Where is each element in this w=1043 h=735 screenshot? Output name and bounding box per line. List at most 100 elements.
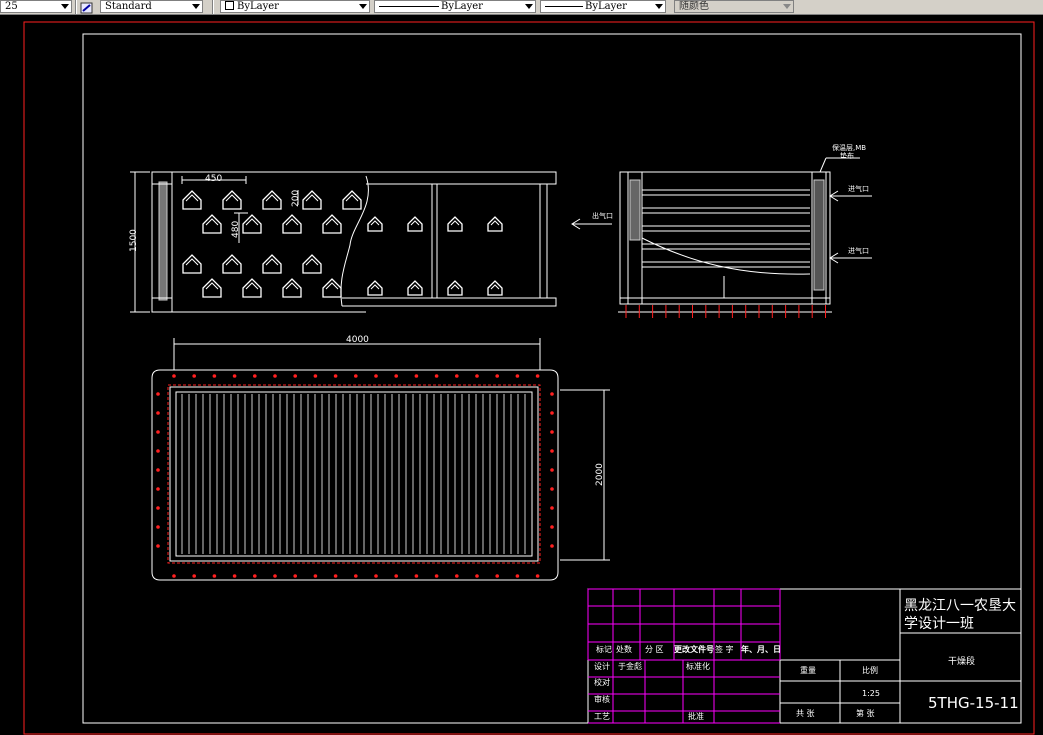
duct-outlet (447, 280, 463, 296)
bolt-hole (394, 374, 399, 378)
school-name-line1: 黑龙江八一农垦大 (904, 598, 1016, 614)
bolt-hole (156, 544, 160, 548)
ratio-value: 1:25 (862, 689, 880, 698)
side-view (571, 157, 872, 313)
inlet-label-top: 进气口 (848, 184, 869, 193)
bolt-hole (172, 574, 176, 578)
bolt-hole (434, 374, 439, 378)
part-name: 干燥段 (948, 655, 975, 667)
bolt-hole (172, 374, 176, 378)
bolt-hole (156, 487, 160, 491)
duct-outlet (487, 280, 503, 296)
bolt-hole (333, 574, 338, 578)
sheet-no-label: 第 张 (856, 708, 875, 718)
duct-outlet (242, 214, 262, 234)
duct-outlet (202, 214, 222, 234)
bolt-hole (156, 411, 160, 415)
inlet-label-bottom: 进气口 (848, 246, 869, 255)
duct-outlet (182, 254, 202, 274)
duct-outlet (447, 216, 463, 232)
bolt-hole (394, 574, 399, 578)
bolt-hole (156, 392, 160, 396)
drawing-number: 5THG-15-11 (928, 694, 1019, 712)
plan-view (151, 338, 610, 581)
bolt-hole (550, 487, 554, 491)
bolt-hole (550, 506, 554, 510)
dim-2000-label: 2000 (595, 463, 605, 486)
weight-label: 重量 (800, 665, 816, 675)
bolt-hole (414, 374, 419, 378)
duct-outlet (322, 278, 342, 298)
bolt-hole (455, 574, 459, 578)
duct-outlet (407, 216, 423, 232)
rev-header-0: 标记 (596, 644, 612, 654)
bolt-hole (156, 449, 160, 453)
insulation-hatch (158, 181, 168, 301)
duct-outlet (367, 216, 383, 232)
bolt-hole (333, 374, 338, 378)
dim-4000-label: 4000 (346, 335, 369, 345)
duct-outlet (282, 214, 302, 234)
duct-outlet (487, 216, 503, 232)
bolt-hole (232, 574, 237, 578)
rev-header-2: 分 区 (645, 645, 664, 654)
duct-outlet (222, 190, 242, 210)
dim-480-label: 480 (231, 221, 241, 238)
insulation-label: 保温层,MB (832, 143, 866, 152)
bolt-hole (354, 374, 358, 378)
break-line (340, 175, 369, 307)
drawing-frame (82, 33, 1022, 724)
outlet-label: 出气口 (592, 211, 613, 220)
bolt-hole (192, 374, 196, 378)
duct-outlet (342, 190, 362, 210)
bolt-hole (550, 392, 554, 396)
revision-grid (587, 588, 781, 724)
dim-450-label: 450 (205, 174, 222, 184)
bolt-hole (156, 506, 160, 510)
bolt-hole (293, 374, 298, 378)
bolt-hole (156, 468, 160, 472)
bolt-hole (253, 374, 257, 378)
designer-name: 于金彪 (618, 661, 642, 671)
designer-label: 设计 (594, 661, 610, 671)
bolt-hole (273, 374, 277, 378)
standard-label: 标准化 (686, 661, 710, 671)
bolt-hole (156, 525, 160, 529)
bolt-hole (550, 468, 554, 472)
bolt-hole (550, 525, 554, 529)
bolt-hole (495, 374, 500, 378)
bolt-hole (232, 374, 237, 378)
dim-1500-label: 1500 (129, 229, 139, 252)
bolt-hole (273, 574, 277, 578)
duct-outlet (407, 280, 423, 296)
bolt-hole (550, 544, 554, 548)
bolt-hole (293, 574, 298, 578)
rev-header-5: 年、月、日 (741, 644, 781, 654)
rev-header-1: 处数 (616, 644, 632, 654)
duct-outlet (262, 190, 282, 210)
duct-outlet (302, 254, 322, 274)
rev-header-4: 签 字 (715, 644, 734, 654)
total-sheets-label: 共 张 (796, 709, 815, 718)
bolt-hole (535, 574, 540, 578)
duct-outlet (302, 190, 322, 210)
bolt-hole (455, 374, 459, 378)
approve-label: 批准 (688, 711, 704, 721)
bolt-hole (495, 574, 500, 578)
duct-outlet (262, 254, 282, 274)
duct-outlet (282, 278, 302, 298)
flange-bolt-holes (156, 374, 554, 578)
bolt-hole (550, 411, 554, 415)
bolt-hole (313, 574, 318, 578)
dim-200-label: 200 (291, 190, 301, 207)
bolt-hole (253, 574, 257, 578)
bolt-hole (475, 374, 479, 378)
bolt-hole (192, 574, 196, 578)
bolt-hole (535, 374, 540, 378)
bolt-hole (374, 574, 378, 578)
drawing-canvas[interactable]: 450 1500 480 200 出气口 进气口 进气口 保温层,MB 垫布 4… (0, 0, 1043, 735)
pad-label: 垫布 (840, 151, 854, 160)
process-label: 工艺 (594, 712, 610, 721)
duct-outlet (367, 280, 383, 296)
bolt-hole (515, 574, 520, 578)
